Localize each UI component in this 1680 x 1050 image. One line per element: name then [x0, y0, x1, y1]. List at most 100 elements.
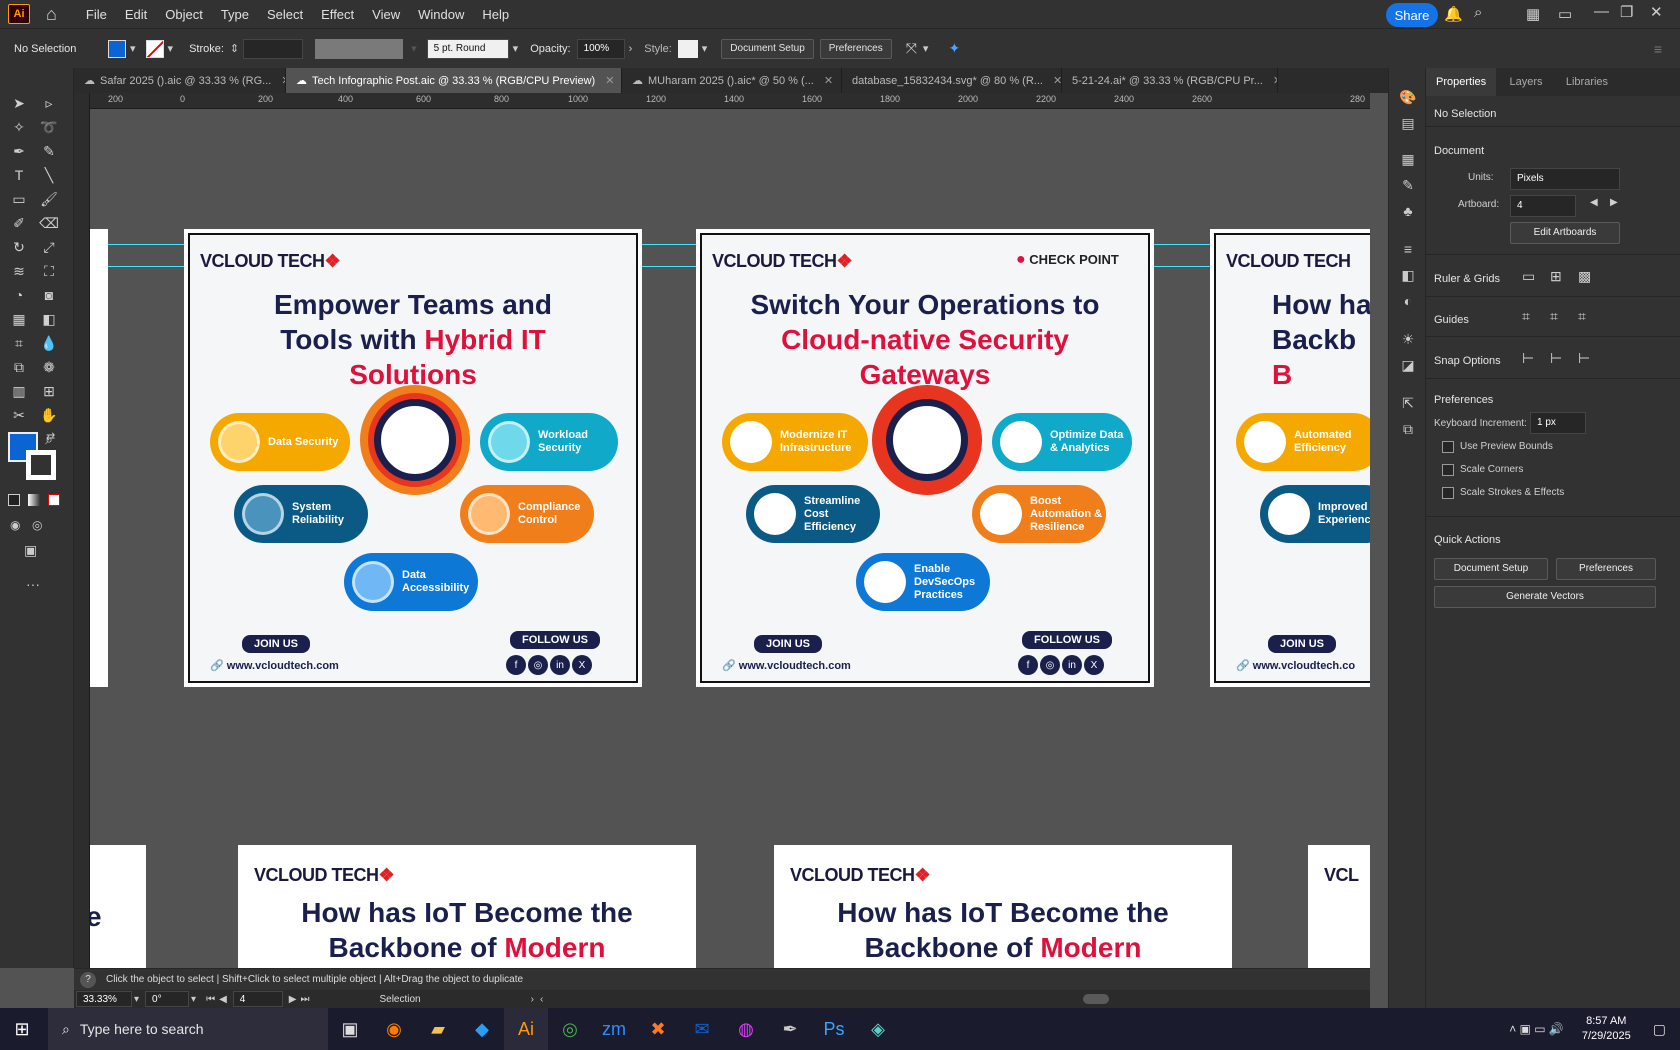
rotation-field[interactable]: 0° — [145, 991, 190, 1007]
graphic-styles-icon[interactable]: ◪ — [1397, 354, 1419, 376]
search-icon[interactable]: ⌕ — [1474, 4, 1482, 21]
grid-icon[interactable]: ⊞ — [1550, 268, 1562, 285]
next-artboard-icon[interactable]: ▶ — [289, 994, 297, 1005]
live-paint-icon[interactable]: ◙ — [38, 284, 60, 306]
chevron-down-icon[interactable]: ▾ — [702, 42, 708, 55]
app-icon[interactable]: ◈ — [856, 1008, 900, 1050]
shaper-tool-icon[interactable]: ✐ — [8, 212, 30, 234]
transparency-grid-icon[interactable]: ▩ — [1578, 268, 1591, 285]
stroke-color-swatch[interactable] — [26, 450, 56, 480]
xampp-icon[interactable]: ✖ — [636, 1008, 680, 1050]
chevron-down-icon[interactable]: ▾ — [191, 994, 196, 1005]
none-mode-icon[interactable] — [48, 494, 60, 506]
chevron-down-icon[interactable]: ▾ — [168, 42, 174, 55]
generate-vectors-button[interactable]: Generate Vectors — [1434, 586, 1656, 608]
menu-view[interactable]: View — [363, 7, 409, 22]
panel-options-icon[interactable]: ≡ — [1654, 41, 1662, 57]
tab-safar[interactable]: ☁Safar 2025 ().aic @ 33.33 % (RG...✕ — [74, 68, 286, 93]
opacity-field[interactable]: 100% — [576, 38, 625, 59]
more-tools-icon[interactable]: ··· — [26, 576, 40, 592]
stroke-swatch[interactable] — [145, 39, 164, 58]
use-preview-bounds-checkbox[interactable] — [1442, 441, 1454, 453]
fill-swatch[interactable] — [108, 39, 126, 58]
mesh-tool-icon[interactable]: ⌗ — [8, 332, 30, 354]
outlook-icon[interactable]: ✉ — [680, 1008, 724, 1050]
style-swatch[interactable] — [677, 39, 698, 58]
variable-width-profile[interactable] — [315, 38, 404, 59]
selection-tool-icon[interactable]: ➤ — [8, 92, 30, 114]
close-icon[interactable]: ✕ — [824, 74, 833, 87]
task-view-icon[interactable]: ▣ — [328, 1008, 372, 1050]
horizontal-scrollbar[interactable] — [1083, 994, 1110, 1004]
panel-icon[interactable]: ▭ — [1558, 5, 1572, 23]
symbol-sprayer-icon[interactable]: ❁ — [38, 356, 60, 378]
tab-5-21-24[interactable]: 5-21-24.ai* @ 33.33 % (RGB/CPU Pr... ✕ — [1062, 68, 1278, 93]
firefox-icon[interactable]: ◉ — [372, 1008, 416, 1050]
scale-tool-icon[interactable]: ⤢ — [38, 236, 60, 258]
close-icon[interactable]: ✕ — [1053, 74, 1061, 87]
paintbrush-icon[interactable]: 🖌 — [38, 188, 60, 210]
taskbar-search[interactable]: ⌕ Type here to search — [48, 1008, 328, 1050]
snap-to-point-icon[interactable]: ⊢ — [1522, 350, 1534, 367]
artboard-bottom-2[interactable]: VCLOUD TECH❖ How has IoT Become the Back… — [774, 845, 1232, 968]
tab-database[interactable]: database_15832434.svg* @ 80 % (R... ✕ — [842, 68, 1062, 93]
document-icon[interactable]: ▤ — [1397, 112, 1419, 134]
workspace-icon[interactable]: ▦ — [1526, 5, 1540, 23]
chevron-down-icon[interactable]: ▾ — [134, 994, 139, 1005]
eraser-icon[interactable]: ⌫ — [38, 212, 60, 234]
previous-artboard-icon[interactable]: ◀ — [1590, 197, 1598, 208]
appearance-icon[interactable]: ☀ — [1397, 328, 1419, 350]
blend-tool-icon[interactable]: ⧉ — [8, 356, 30, 378]
preferences-button[interactable]: Preferences — [1556, 558, 1656, 580]
chevron-right-icon[interactable]: › — [629, 43, 633, 55]
edit-artboards-button[interactable]: Edit Artboards — [1510, 222, 1620, 244]
scale-strokes-checkbox[interactable] — [1442, 487, 1454, 499]
artboard-tool-icon[interactable]: ⊞ — [38, 380, 60, 402]
tray-icons[interactable]: ˄ ▣ ▭ 🔊 — [1509, 1022, 1564, 1036]
close-icon[interactable]: ✕ — [1273, 74, 1277, 87]
rotate-tool-icon[interactable]: ↻ — [8, 236, 30, 258]
tab-muharam[interactable]: ☁ MUharam 2025 ().aic* @ 50 % (... ✕ — [622, 68, 842, 93]
artboard-2[interactable]: VCLOUD TECH❖ ● CHECK POINT Switch Your O… — [696, 229, 1154, 687]
pen-tool-icon[interactable]: ✒ — [8, 140, 30, 162]
rectangle-tool-icon[interactable]: ▭ — [8, 188, 30, 210]
export-icon[interactable]: ⇱ — [1397, 392, 1419, 414]
artboard-bottom-left-partial[interactable]: e — [90, 845, 146, 968]
chevron-down-icon[interactable]: ▾ — [130, 42, 136, 55]
pen-app-icon[interactable]: ✒ — [768, 1008, 812, 1050]
clock[interactable]: 8:57 AM 7/29/2025 — [1582, 1014, 1631, 1044]
windows-start-icon[interactable]: ⊞ — [0, 1008, 44, 1050]
show-guides-icon[interactable]: ⌗ — [1522, 308, 1530, 325]
draw-mode-icon[interactable]: ◉ — [10, 518, 20, 532]
creative-cloud-icon[interactable]: ◍ — [724, 1008, 768, 1050]
menu-type[interactable]: Type — [212, 7, 258, 22]
scale-corners-checkbox[interactable] — [1442, 464, 1454, 476]
minimize-icon[interactable]: — — [1594, 3, 1609, 20]
curvature-tool-icon[interactable]: ✎ — [38, 140, 60, 162]
tab-tech-infographic[interactable]: ☁ Tech Infographic Post.aic @ 33.33 % (RG… — [286, 68, 622, 93]
keyboard-increment-field[interactable]: 1 px — [1530, 412, 1586, 434]
hand-tool-icon[interactable]: ✋ — [38, 404, 60, 426]
menu-object[interactable]: Object — [156, 7, 212, 22]
chrome-icon[interactable]: ◎ — [548, 1008, 592, 1050]
notifications-icon[interactable]: ▢ — [1653, 1021, 1666, 1038]
magic-wand-icon[interactable]: ✧ — [8, 116, 30, 138]
perspective-grid-icon[interactable]: ▦ — [8, 308, 30, 330]
first-artboard-icon[interactable]: ⏮ — [206, 994, 215, 1005]
zoom-field[interactable]: 33.33% — [76, 991, 132, 1007]
warp-tool-icon[interactable]: ≋ — [8, 260, 30, 282]
swap-colors-icon[interactable]: ⇄ — [46, 430, 55, 443]
libraries-icon[interactable]: ▦ — [1397, 148, 1419, 170]
line-tool-icon[interactable]: ╲ — [38, 164, 60, 186]
stroke-icon[interactable]: ≡ — [1397, 238, 1419, 260]
menu-help[interactable]: Help — [473, 7, 518, 22]
chevron-down-icon[interactable]: ▾ — [513, 42, 519, 55]
document-setup-button[interactable]: Document Setup — [1434, 558, 1548, 580]
help-icon[interactable]: ? — [80, 971, 96, 988]
photoshop-icon[interactable]: Ps — [812, 1008, 856, 1050]
snap-to-glyph-icon[interactable]: ⊢ — [1578, 350, 1590, 367]
artboard-1[interactable]: VCLOUD TECH❖ Empower Teams and Tools wit… — [184, 229, 642, 687]
menu-select[interactable]: Select — [258, 7, 312, 22]
bell-icon[interactable]: 🔔 — [1444, 5, 1463, 23]
lasso-icon[interactable]: ➰ — [38, 116, 60, 138]
